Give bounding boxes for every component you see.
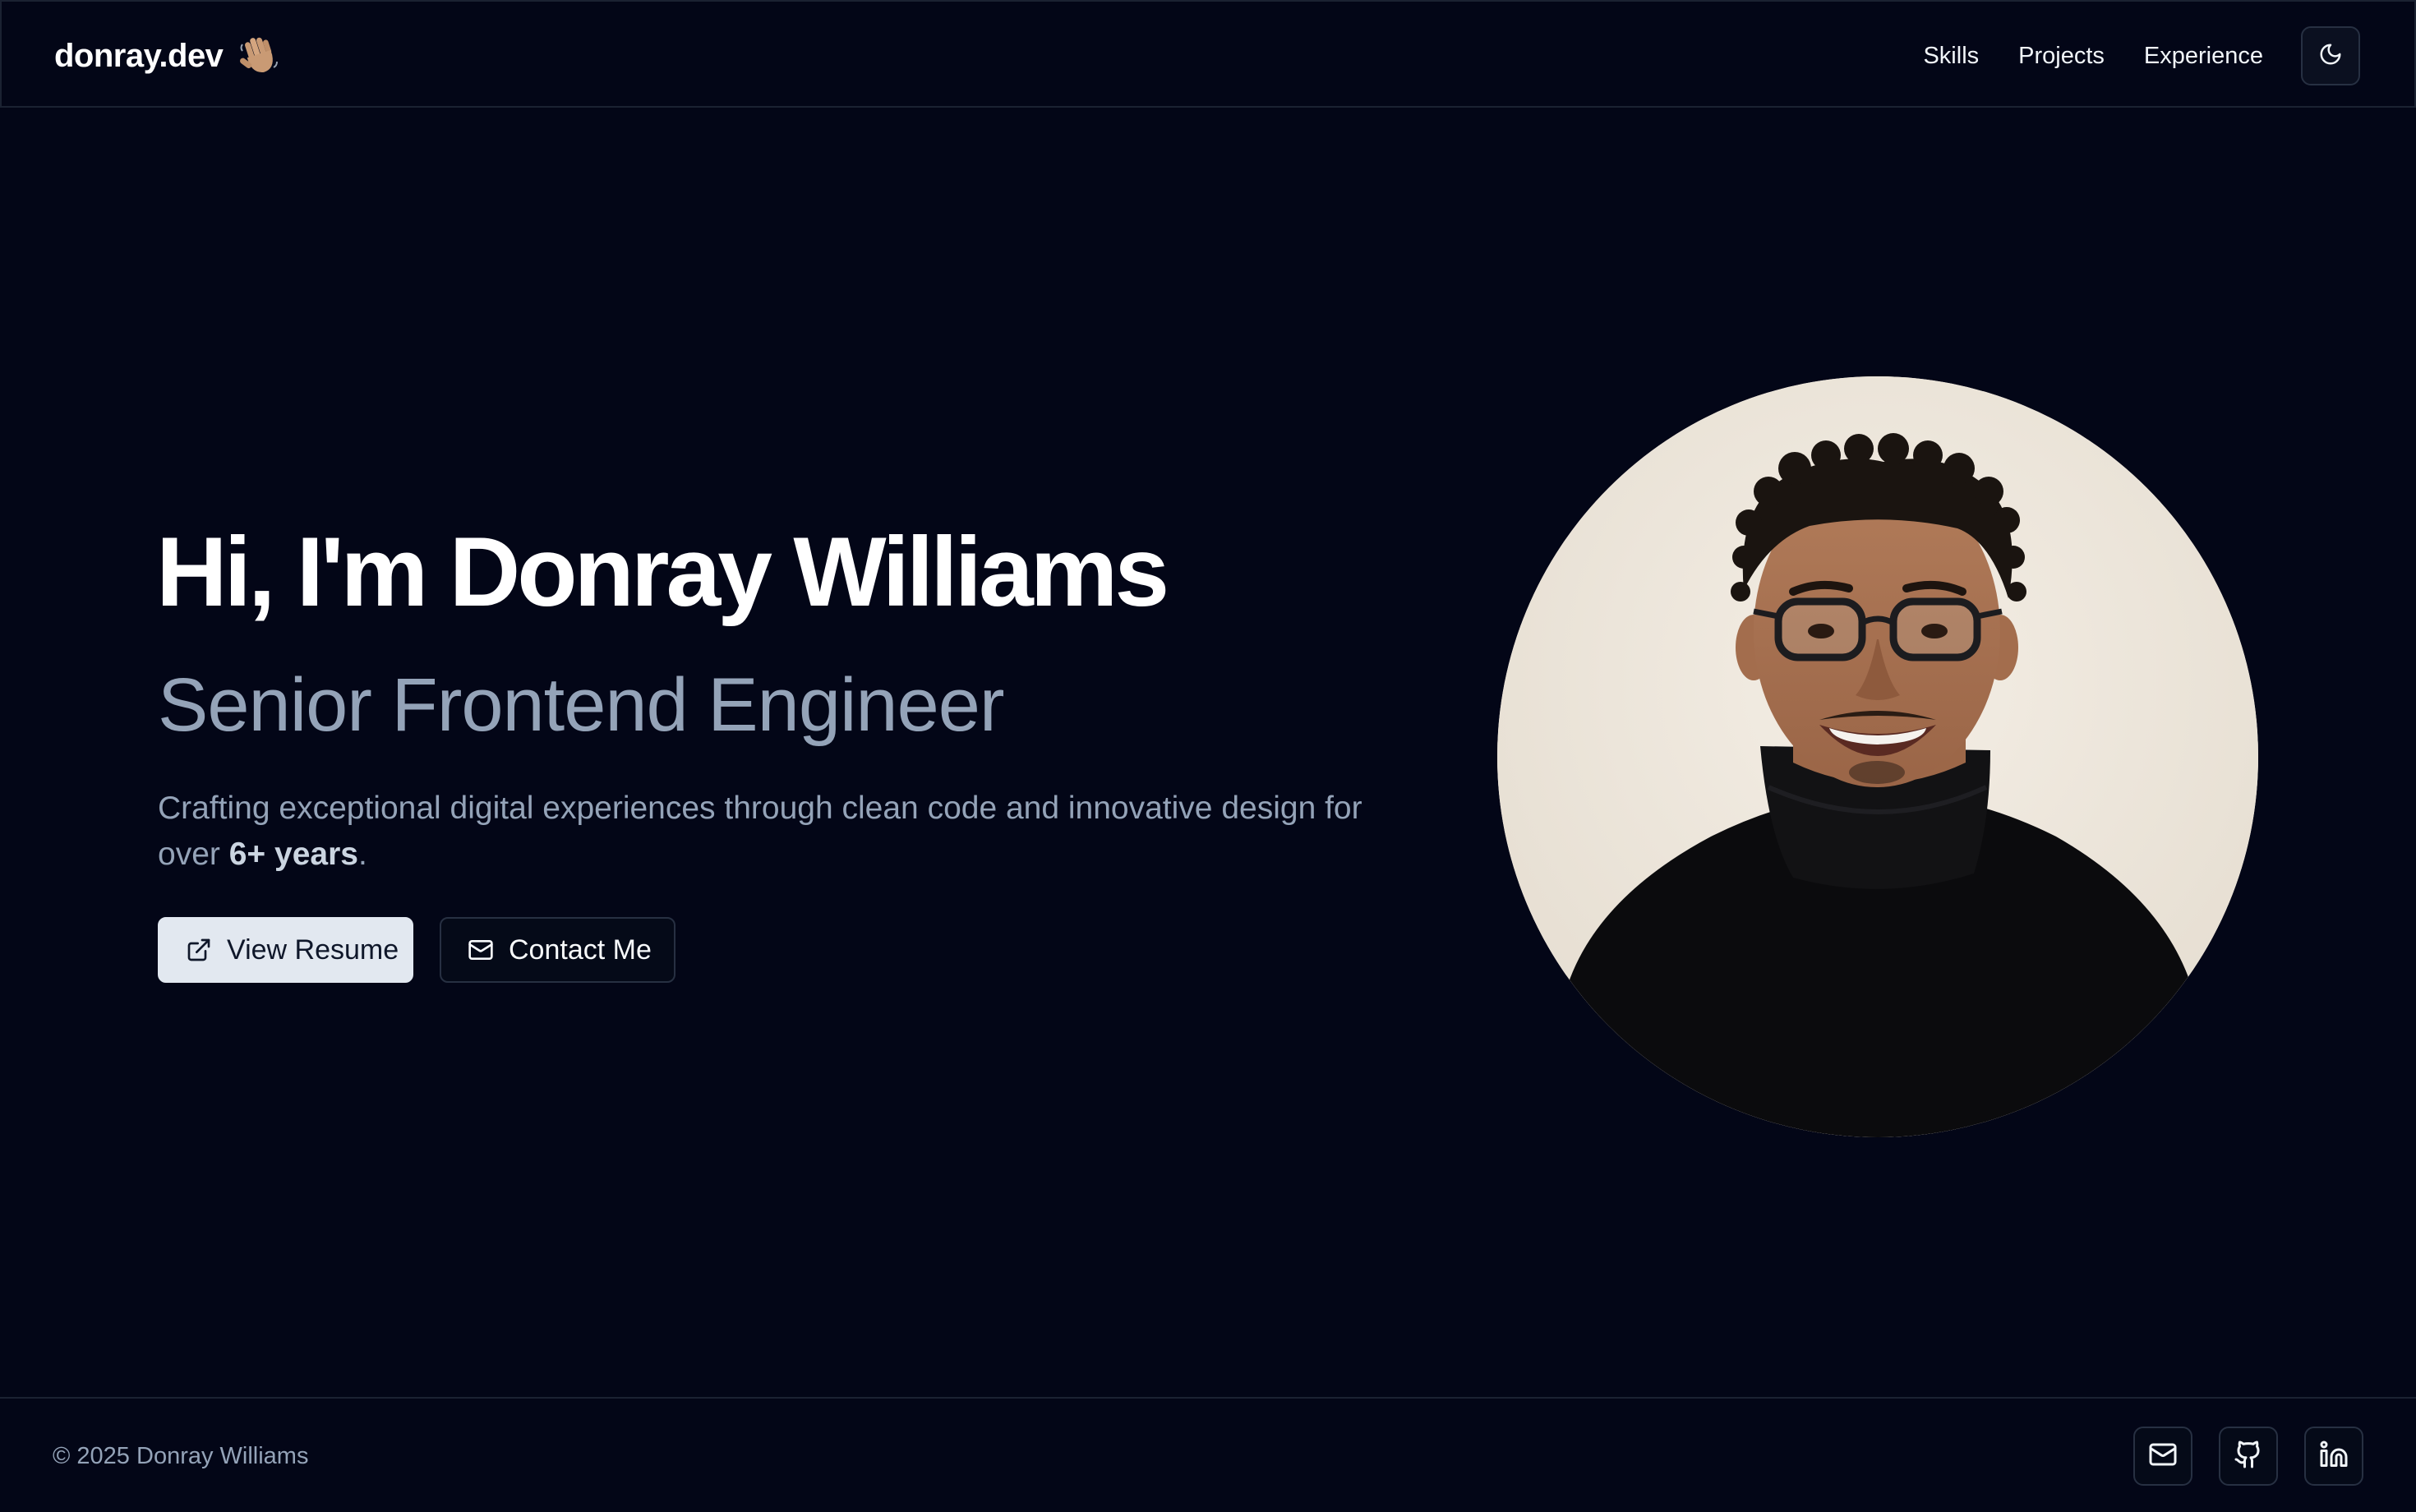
view-resume-label: View Resume	[227, 933, 399, 966]
hero-description: Crafting exceptional digital experiences…	[158, 786, 1374, 878]
site-header: donray.dev Skills Projects Experience	[0, 0, 2416, 108]
hero-description-highlight: 6+ years	[228, 837, 358, 872]
mail-icon	[2148, 1440, 2178, 1473]
moon-icon	[2318, 42, 2343, 71]
hero-subtitle: Senior Frontend Engineer	[158, 663, 1005, 747]
social-links	[2107, 1427, 2363, 1486]
profile-photo	[1497, 376, 2258, 1137]
hero-actions: View Resume Contact Me	[158, 917, 675, 983]
brand-name[interactable]: donray.dev	[54, 38, 224, 75]
view-resume-button[interactable]: View Resume	[158, 917, 413, 983]
hero-description-suffix: .	[357, 837, 367, 872]
theme-toggle-button[interactable]	[2301, 26, 2360, 85]
nav-link-skills[interactable]: Skills	[1923, 43, 1979, 70]
linkedin-icon	[2319, 1440, 2349, 1473]
waving-hand-icon	[237, 35, 280, 77]
brand[interactable]: donray.dev	[54, 33, 280, 79]
mail-icon	[468, 937, 494, 963]
email-link-button[interactable]	[2133, 1427, 2192, 1486]
github-icon	[2234, 1440, 2263, 1473]
main-nav: Skills Projects Experience	[1883, 35, 2263, 77]
copyright-text: © 2025 Donray Williams	[53, 1443, 309, 1469]
nav-link-projects[interactable]: Projects	[2018, 43, 2105, 70]
contact-me-label: Contact Me	[509, 933, 652, 966]
portrait-illustration	[1497, 376, 2258, 1137]
hero-title: Hi, I'm Donray Williams	[156, 517, 1169, 627]
linkedin-link-button[interactable]	[2304, 1427, 2363, 1486]
contact-me-button[interactable]: Contact Me	[440, 917, 675, 983]
external-link-icon	[186, 937, 212, 963]
github-link-button[interactable]	[2219, 1427, 2278, 1486]
site-footer: © 2025 Donray Williams	[0, 1397, 2416, 1512]
nav-link-experience[interactable]: Experience	[2144, 43, 2263, 70]
